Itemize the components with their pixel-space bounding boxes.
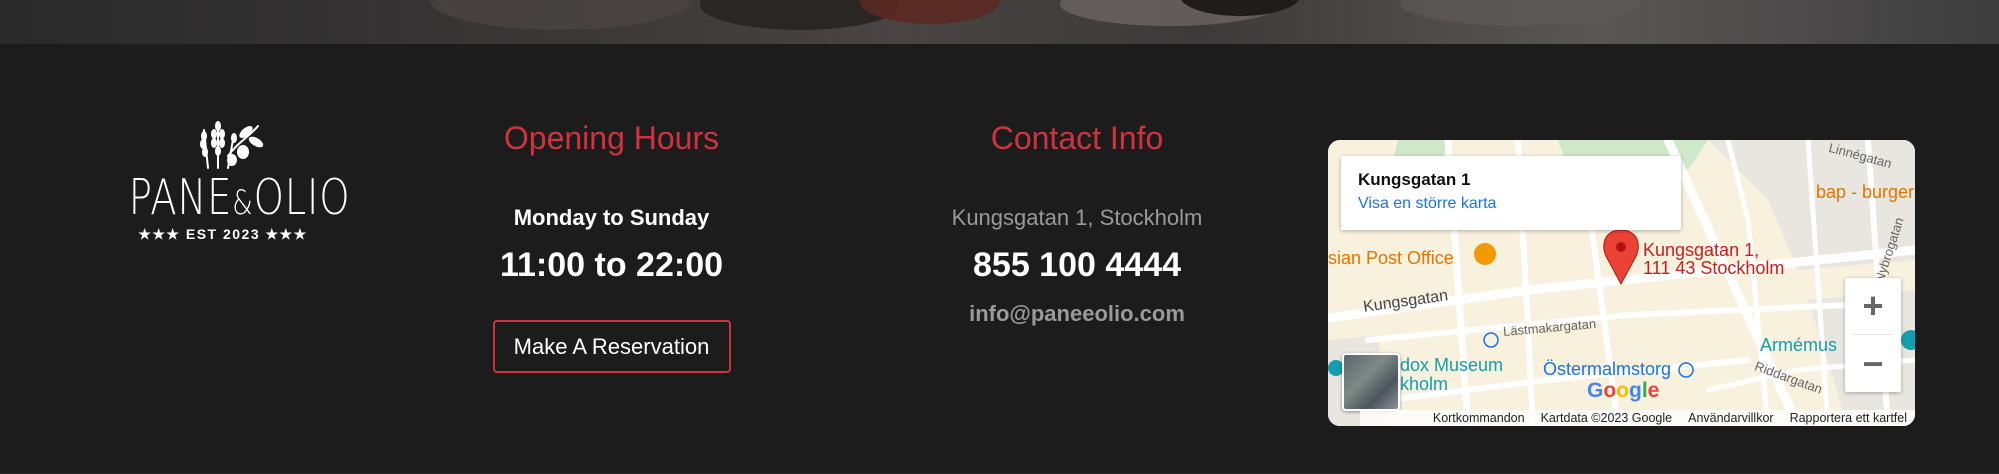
contact-info-section: Contact Info Kungsgatan 1, Stockholm 855… bbox=[920, 118, 1234, 328]
map-place-title: Kungsgatan 1 bbox=[1358, 170, 1471, 189]
map-label-museum-1: dox Museum bbox=[1400, 355, 1504, 375]
contact-phone[interactable]: 855 100 4444 bbox=[920, 245, 1234, 285]
logo-tagline: ★★★ EST 2023 ★★★ bbox=[138, 226, 308, 242]
zoom-in-button[interactable]: + bbox=[1845, 278, 1901, 334]
opening-hours-section: Opening Hours Monday to Sunday 11:00 to … bbox=[470, 118, 753, 373]
logo-wordmark: PANE&OLIO bbox=[128, 168, 351, 227]
google-logo: Google bbox=[1587, 379, 1660, 402]
make-reservation-button[interactable]: Make A Reservation bbox=[492, 320, 731, 373]
map-place-card: Kungsgatan 1 Visa en större karta bbox=[1341, 156, 1681, 230]
contact-email[interactable]: info@paneeolio.com bbox=[920, 300, 1234, 328]
map-pin-label-line1: Kungsgatan 1, bbox=[1643, 240, 1760, 260]
map-pin-label-line2: 111 43 Stockholm bbox=[1643, 258, 1785, 278]
map-label-museum-2: kholm bbox=[1400, 374, 1449, 394]
keyboard-shortcuts-link[interactable]: Kortkommandon bbox=[1433, 411, 1525, 425]
opening-days: Monday to Sunday bbox=[513, 205, 710, 230]
terms-of-use-link[interactable]: Användarvillkor bbox=[1688, 411, 1773, 425]
zoom-divider bbox=[1853, 334, 1893, 335]
satellite-view-toggle[interactable] bbox=[1342, 353, 1400, 411]
map-data-attribution: Kartdata ©2023 Google bbox=[1540, 411, 1673, 425]
map-label-bap: bap - burgers & bbox=[1816, 182, 1915, 202]
google-map-embed[interactable]: Kungsgatan 1 Visa en större karta Kungsg… bbox=[1328, 140, 1915, 426]
report-map-error-link[interactable]: Rapportera ett kartfel bbox=[1790, 411, 1907, 425]
map-attribution-bar: Kortkommandon Kartdata ©2023 Google Anvä… bbox=[1360, 410, 1915, 426]
map-label-armemus: Armémus bbox=[1760, 335, 1838, 355]
hero-image-strip bbox=[0, 0, 1999, 44]
restaurant-logo[interactable]: PANE&OLIO ★★★ EST 2023 ★★★ bbox=[108, 116, 351, 248]
zoom-out-button[interactable]: − bbox=[1845, 336, 1901, 392]
opening-hours-title: Opening Hours bbox=[503, 120, 720, 156]
map-zoom-controls: + − bbox=[1845, 278, 1901, 392]
opening-time: 11:00 to 22:00 bbox=[499, 246, 724, 284]
contact-address: Kungsgatan 1, Stockholm bbox=[951, 205, 1203, 230]
contact-info-title: Contact Info bbox=[990, 120, 1164, 156]
view-larger-map-link[interactable]: Visa en större karta bbox=[1358, 193, 1664, 215]
wheat-olive-icon bbox=[200, 121, 264, 169]
map-label-ostermalmstorg: Östermalmstorg bbox=[1543, 359, 1672, 379]
map-label-post-office: sian Post Office bbox=[1328, 248, 1454, 268]
